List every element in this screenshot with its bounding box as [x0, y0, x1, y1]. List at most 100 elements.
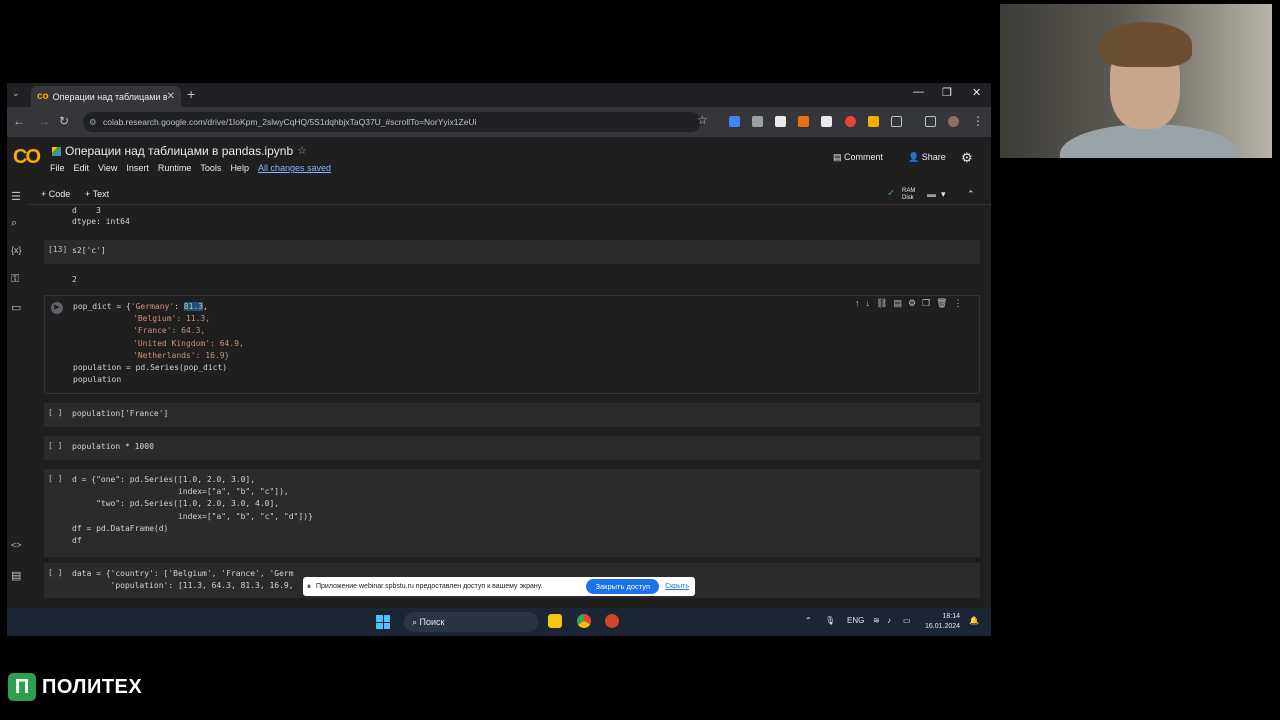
share-button[interactable]: 👤 Share — [908, 152, 946, 163]
cell-code[interactable]: d = {"one": pd.Series([1.0, 2.0, 3.0], i… — [72, 474, 313, 547]
back-icon[interactable]: ← — [13, 114, 25, 128]
menu-file[interactable]: File — [50, 163, 65, 173]
hide-banner-link[interactable]: Скрыть — [665, 583, 689, 590]
extension-icon[interactable] — [775, 116, 786, 127]
close-window-icon[interactable]: ✕ — [972, 86, 981, 99]
extension-icon[interactable] — [845, 116, 856, 127]
windows-start-icon[interactable] — [376, 615, 390, 629]
notebook-title[interactable]: Операции над таблицами в pandas.ipynb — [65, 144, 293, 158]
comment-button[interactable]: ▤ Comment — [833, 152, 883, 163]
save-status[interactable]: All changes saved — [258, 163, 331, 173]
disk-label: Disk — [902, 195, 914, 201]
add-code-button[interactable]: + Code — [41, 189, 70, 199]
minimize-icon[interactable]: — — [913, 86, 924, 98]
forward-icon[interactable]: → — [38, 114, 50, 128]
address-bar[interactable]: ⚙ colab.research.google.com/drive/1IoKpm… — [83, 112, 701, 132]
code-cell-active[interactable]: ▶ pop_dict = {'Germany': 81.3, 'Belgium'… — [44, 295, 980, 394]
code-line: df — [72, 536, 82, 546]
browser-tab[interactable]: co Операции над таблицами в p ✕ — [31, 86, 181, 107]
url-text: colab.research.google.com/drive/1IoKpm_2… — [103, 117, 477, 127]
table-of-contents-icon[interactable]: ☰ — [11, 190, 21, 203]
add-text-button[interactable]: + Text — [85, 189, 109, 199]
browser-menu-icon[interactable]: ⋮ — [972, 114, 984, 128]
bookmark-star-icon[interactable]: ☆ — [697, 113, 708, 127]
chrome-icon[interactable] — [577, 614, 591, 628]
star-notebook-icon[interactable]: ☆ — [297, 144, 307, 157]
share-message: Приложение webinar.spbstu.ru предоставле… — [316, 583, 543, 590]
profile-avatar[interactable] — [948, 116, 959, 127]
powerpoint-icon[interactable] — [605, 614, 619, 628]
volume-icon[interactable]: ♪ — [887, 616, 891, 625]
maximize-icon[interactable]: ❐ — [942, 86, 952, 99]
extension-icon[interactable] — [821, 116, 832, 127]
notifications-bell-icon[interactable]: 🔔 — [969, 616, 979, 625]
code-cell[interactable]: [13] s2['c'] — [44, 240, 980, 264]
cell-output: d 3 dtype: int64 — [72, 205, 130, 227]
execution-count: [ ] — [48, 568, 63, 577]
magnifier-icon: ⌕ — [412, 617, 420, 627]
side-panel-icon[interactable] — [925, 116, 936, 127]
menu-help[interactable]: Help — [230, 163, 249, 173]
command-palette-icon[interactable]: ▤ — [11, 569, 21, 582]
reload-icon[interactable]: ↻ — [59, 114, 69, 128]
webcam-overlay — [1000, 4, 1272, 158]
menu-view[interactable]: View — [98, 163, 117, 173]
left-sidebar: ☰ ⌕ {x} ⚿ ▭ <> ▤ — [7, 187, 29, 608]
taskbar-search[interactable]: ⌕ Поиск — [404, 612, 538, 632]
code-line: 'France': 64.3, — [133, 326, 206, 336]
wifi-icon[interactable]: ≋ — [873, 616, 880, 625]
site-info-icon[interactable]: ⚙ — [89, 112, 97, 132]
secrets-key-icon[interactable]: ⚿ — [11, 273, 19, 286]
move-up-icon[interactable]: ↑ — [855, 298, 860, 309]
extension-icon[interactable] — [868, 116, 879, 127]
files-folder-icon[interactable]: ▭ — [11, 301, 21, 314]
code-cell[interactable]: [ ] population * 1000 — [44, 436, 980, 460]
cell-settings-icon[interactable]: ⚙ — [908, 298, 916, 309]
stop-sharing-button[interactable]: Закрыть доступ — [586, 579, 660, 594]
cell-code[interactable]: pop_dict = {'Germany': 81.3, 'Belgium': … — [73, 301, 244, 386]
drive-icon — [52, 147, 61, 156]
new-tab-icon[interactable]: + — [187, 86, 195, 102]
code-cell[interactable]: [ ] population['France'] — [44, 403, 980, 427]
date: 16.01.2024 — [925, 623, 961, 630]
link-icon[interactable]: ⛓ — [876, 298, 887, 309]
translate-extension-icon[interactable] — [729, 116, 740, 127]
menu-insert[interactable]: Insert — [126, 163, 149, 173]
extensions-puzzle-icon[interactable] — [891, 116, 902, 127]
menu-edit[interactable]: Edit — [74, 163, 90, 173]
extension-icon[interactable] — [798, 116, 809, 127]
code-snippets-icon[interactable]: <> — [11, 540, 22, 550]
delete-cell-icon[interactable]: 🗑 — [936, 298, 947, 309]
extension-icon[interactable] — [752, 116, 763, 127]
menu-tools[interactable]: Tools — [200, 163, 221, 173]
cell-code[interactable]: population['France'] — [72, 408, 168, 420]
more-actions-icon[interactable]: ⋮ — [954, 298, 963, 309]
search-icon[interactable]: ⌕ — [11, 217, 17, 230]
clock[interactable]: 18:14 16.01.2024 — [925, 612, 960, 632]
run-cell-icon[interactable]: ▶ — [51, 302, 63, 314]
cell-code[interactable]: s2['c'] — [72, 245, 106, 257]
menu-runtime[interactable]: Runtime — [158, 163, 192, 173]
cell-code[interactable]: data = {'country': ['Belgium', 'France',… — [72, 568, 294, 592]
variables-icon[interactable]: {x} — [11, 245, 22, 255]
battery-icon[interactable]: ▭ — [903, 616, 911, 625]
colab-logo-icon[interactable]: CO — [13, 146, 41, 169]
tab-search-icon[interactable]: ⌄ — [12, 88, 20, 99]
move-down-icon[interactable]: ↓ — [866, 298, 871, 309]
windows-taskbar: ⌕ Поиск ⌃ 🎙 ENG ≋ ♪ ▭ 18:14 16.01.2024 🔔 — [7, 608, 991, 636]
code-line: index=["a", "b", "c"]), — [72, 487, 289, 497]
settings-gear-icon[interactable]: ⚙ — [961, 150, 973, 166]
mirror-cell-icon[interactable]: ❐ — [922, 298, 930, 309]
close-tab-icon[interactable]: ✕ — [167, 91, 175, 102]
collapse-header-icon[interactable]: ⌃ — [967, 189, 975, 200]
cell-code[interactable]: population * 1000 — [72, 441, 154, 453]
microphone-icon[interactable]: 🎙 — [825, 616, 835, 625]
file-explorer-icon[interactable] — [548, 614, 562, 628]
code-cell[interactable]: [ ] d = {"one": pd.Series([1.0, 2.0, 3.0… — [44, 469, 980, 557]
resource-monitor[interactable]: RAM Disk — [902, 188, 915, 202]
comment-cell-icon[interactable]: ▤ — [893, 298, 902, 309]
language-indicator[interactable]: ENG — [847, 616, 864, 625]
runtime-dropdown-icon[interactable]: ▾ — [941, 189, 946, 200]
tray-overflow-icon[interactable]: ⌃ — [805, 616, 812, 625]
browser-window: ⌄ co Операции над таблицами в p ✕ + — ❐ … — [7, 83, 991, 608]
